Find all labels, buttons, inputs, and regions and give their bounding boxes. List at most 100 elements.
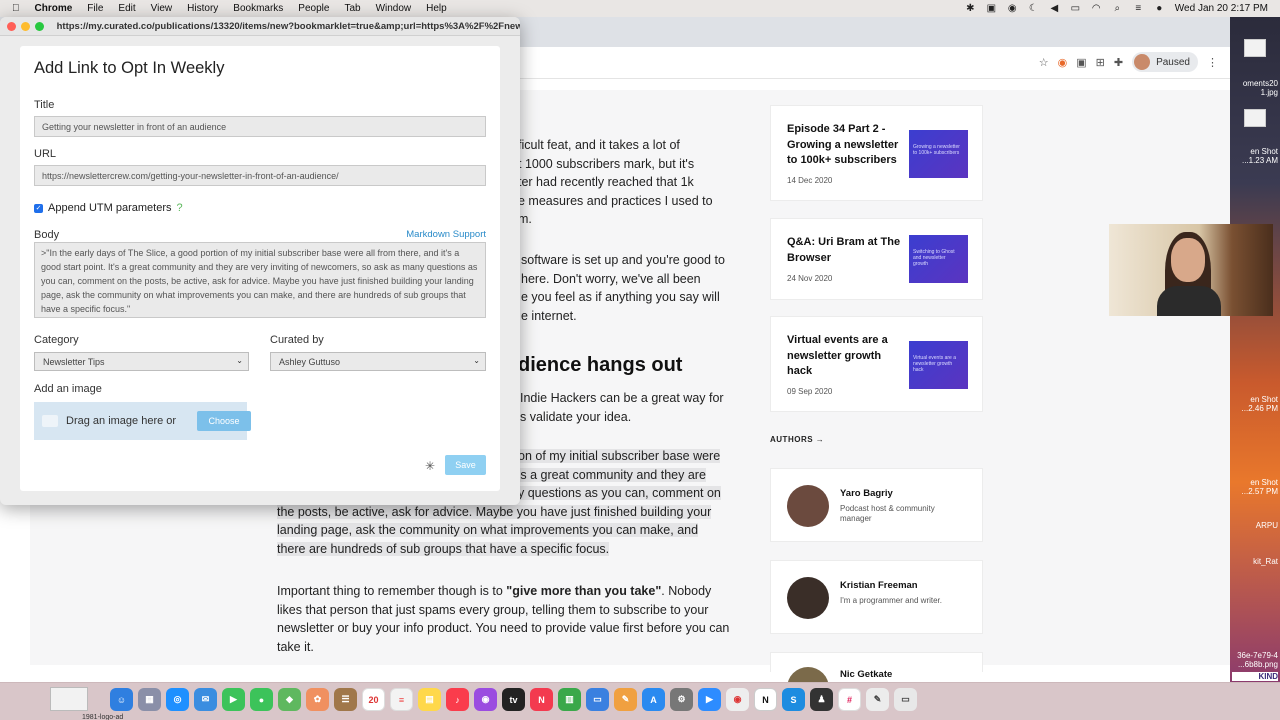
star-icon[interactable]: ☆ bbox=[1039, 56, 1049, 69]
desktop-file-label[interactable]: KIND bbox=[1232, 672, 1278, 681]
close-button[interactable] bbox=[7, 21, 16, 31]
moon-icon[interactable]: ☾ bbox=[1028, 3, 1039, 14]
tv-icon[interactable]: tv bbox=[502, 688, 525, 711]
url-input[interactable]: https://newslettercrew.com/getting-your-… bbox=[34, 165, 486, 186]
related-post-card[interactable]: Episode 34 Part 2 - Growing a newsletter… bbox=[770, 105, 983, 201]
extension-icon[interactable]: ⊞ bbox=[1096, 56, 1105, 69]
slack-icon[interactable]: # bbox=[838, 688, 861, 711]
numbers-icon[interactable]: ▥ bbox=[558, 688, 581, 711]
minimize-button[interactable] bbox=[20, 21, 30, 31]
battery-icon[interactable]: ▭ bbox=[1070, 3, 1081, 14]
menu-app-chrome[interactable]: Chrome bbox=[35, 3, 73, 14]
extension-icon[interactable]: ▣ bbox=[1076, 56, 1086, 69]
desktop-file-thumb[interactable] bbox=[1244, 39, 1266, 57]
menu-view[interactable]: View bbox=[151, 3, 173, 14]
desktop-file-label[interactable]: 36e-7e79-4 bbox=[1232, 651, 1278, 660]
post-thumbnail[interactable]: Growing a newsletter to 100k+ subscriber… bbox=[909, 130, 968, 178]
preview-icon[interactable]: ✎ bbox=[866, 688, 889, 711]
menu-window[interactable]: Window bbox=[376, 3, 412, 14]
title-input[interactable]: Getting your newsletter in front of an a… bbox=[34, 116, 486, 137]
apple-icon[interactable]:  bbox=[12, 3, 20, 14]
menu-history[interactable]: History bbox=[187, 3, 218, 14]
photos-icon[interactable]: ✿ bbox=[306, 688, 329, 711]
desktop-file-label[interactable]: ...2.57 PM bbox=[1232, 487, 1278, 496]
author-name[interactable]: Kristian Freeman bbox=[840, 580, 918, 591]
desktop-file-label[interactable]: ...1.23 AM bbox=[1232, 156, 1278, 165]
menu-tab[interactable]: Tab bbox=[344, 3, 360, 14]
menu-people[interactable]: People bbox=[298, 3, 329, 14]
more-icon[interactable]: ⋮ bbox=[1207, 56, 1218, 69]
calendar-icon[interactable]: 20 bbox=[362, 688, 385, 711]
post-title[interactable]: Virtual events are a newsletter growth h… bbox=[787, 333, 903, 380]
desktop-file-label[interactable]: en Shot bbox=[1232, 478, 1278, 487]
authors-heading[interactable]: AUTHORS → bbox=[770, 435, 824, 444]
app-store-icon[interactable]: A bbox=[642, 688, 665, 711]
choose-button[interactable]: Choose bbox=[197, 411, 251, 431]
desktop-file-label[interactable]: oments20 bbox=[1232, 79, 1278, 88]
curated-by-select[interactable]: Ashley Guttuso ⌄ bbox=[270, 352, 486, 371]
reminders-icon[interactable]: ≡ bbox=[390, 688, 413, 711]
author-card[interactable]: Yaro Bagriy Podcast host & community man… bbox=[770, 468, 983, 542]
keynote-icon[interactable]: ▭ bbox=[586, 688, 609, 711]
podcasts-icon[interactable]: ◉ bbox=[474, 688, 497, 711]
chrome-icon[interactable]: ◉ bbox=[726, 688, 749, 711]
desktop-file-label[interactable]: kit_Rat bbox=[1232, 557, 1278, 566]
user-icon[interactable]: ● bbox=[1154, 3, 1165, 14]
menubar-clock[interactable]: Wed Jan 20 2:17 PM bbox=[1175, 3, 1268, 14]
menu-bookmarks[interactable]: Bookmarks bbox=[233, 3, 283, 14]
profile-button[interactable]: Paused bbox=[1132, 52, 1198, 72]
news-icon[interactable]: N bbox=[530, 688, 553, 711]
finder-icon[interactable]: ☺ bbox=[110, 688, 133, 711]
mail-icon[interactable]: ✉ bbox=[194, 688, 217, 711]
desktop-file-label[interactable]: en Shot bbox=[1232, 395, 1278, 404]
post-title[interactable]: Q&A: Uri Bram at The Browser bbox=[787, 235, 903, 266]
author-card[interactable]: Kristian Freeman I'm a programmer and wr… bbox=[770, 560, 983, 634]
skype-icon[interactable]: S bbox=[782, 688, 805, 711]
finder-window-icon[interactable]: ▭ bbox=[894, 688, 917, 711]
desktop-file-label[interactable]: ARPU bbox=[1232, 521, 1278, 530]
related-post-card[interactable]: Virtual events are a newsletter growth h… bbox=[770, 316, 983, 412]
maps-icon[interactable]: ◆ bbox=[278, 688, 301, 711]
markdown-support-link[interactable]: Markdown Support bbox=[406, 229, 486, 240]
launchpad-icon[interactable]: ▦ bbox=[138, 688, 161, 711]
related-post-card[interactable]: Q&A: Uri Bram at The Browser 24 Nov 2020… bbox=[770, 218, 983, 300]
save-button[interactable]: Save bbox=[445, 455, 486, 475]
safari-icon[interactable]: ◎ bbox=[166, 688, 189, 711]
desktop-file-label[interactable]: ...2.46 PM bbox=[1232, 404, 1278, 413]
post-title[interactable]: Episode 34 Part 2 - Growing a newsletter… bbox=[787, 122, 903, 169]
desktop-file-label[interactable]: ...6b8b.png bbox=[1232, 660, 1278, 669]
dock-file-thumb[interactable] bbox=[50, 687, 88, 711]
post-thumbnail[interactable]: Virtual events are a newsletter growth h… bbox=[909, 341, 968, 389]
zoom-icon[interactable]: ▶ bbox=[698, 688, 721, 711]
desktop-file-label[interactable]: 1.jpg bbox=[1232, 88, 1278, 97]
search-icon[interactable]: ⌕ bbox=[1112, 3, 1123, 14]
desktop-file-thumb[interactable] bbox=[1244, 109, 1266, 127]
system-preferences-icon[interactable]: ⚙ bbox=[670, 688, 693, 711]
utm-checkbox-row[interactable]: ✓ Append UTM parameters ? bbox=[34, 202, 183, 214]
puzzle-icon[interactable]: ✚ bbox=[1114, 56, 1123, 69]
author-card[interactable]: Nic Getkate bbox=[770, 652, 983, 709]
music-icon[interactable]: ♪ bbox=[446, 688, 469, 711]
messages-icon[interactable]: ● bbox=[250, 688, 273, 711]
wifi-icon[interactable]: ◠ bbox=[1091, 3, 1102, 14]
menu-edit[interactable]: Edit bbox=[118, 3, 135, 14]
desktop-file-label[interactable]: en Shot bbox=[1232, 147, 1278, 156]
notes-icon[interactable]: ▤ bbox=[418, 688, 441, 711]
image-dropzone[interactable]: Drag an image here or Choose bbox=[34, 402, 251, 440]
author-name[interactable]: Nic Getkate bbox=[840, 669, 892, 680]
author-name[interactable]: Yaro Bagriy bbox=[840, 488, 893, 499]
maximize-button[interactable] bbox=[34, 21, 44, 31]
post-thumbnail[interactable]: Switching to Ghost and newsletter growth bbox=[909, 235, 968, 283]
volume-icon[interactable]: ◀ bbox=[1049, 3, 1060, 14]
utm-help-icon[interactable]: ? bbox=[177, 202, 183, 214]
body-textarea[interactable]: >"In the early days of The Slice, a good… bbox=[34, 242, 486, 318]
control-center-icon[interactable]: ≡ bbox=[1133, 3, 1144, 14]
notion-icon[interactable]: N bbox=[754, 688, 777, 711]
menu-file[interactable]: File bbox=[87, 3, 103, 14]
one-password-icon[interactable]: ◉ bbox=[1007, 3, 1018, 14]
gear-icon[interactable]: ✱ bbox=[965, 3, 976, 14]
extension-icon[interactable]: ◉ bbox=[1058, 56, 1068, 69]
category-select[interactable]: Newsletter Tips ⌄ bbox=[34, 352, 249, 371]
layers-icon[interactable]: ▣ bbox=[986, 3, 997, 14]
alfred-icon[interactable]: ♟ bbox=[810, 688, 833, 711]
